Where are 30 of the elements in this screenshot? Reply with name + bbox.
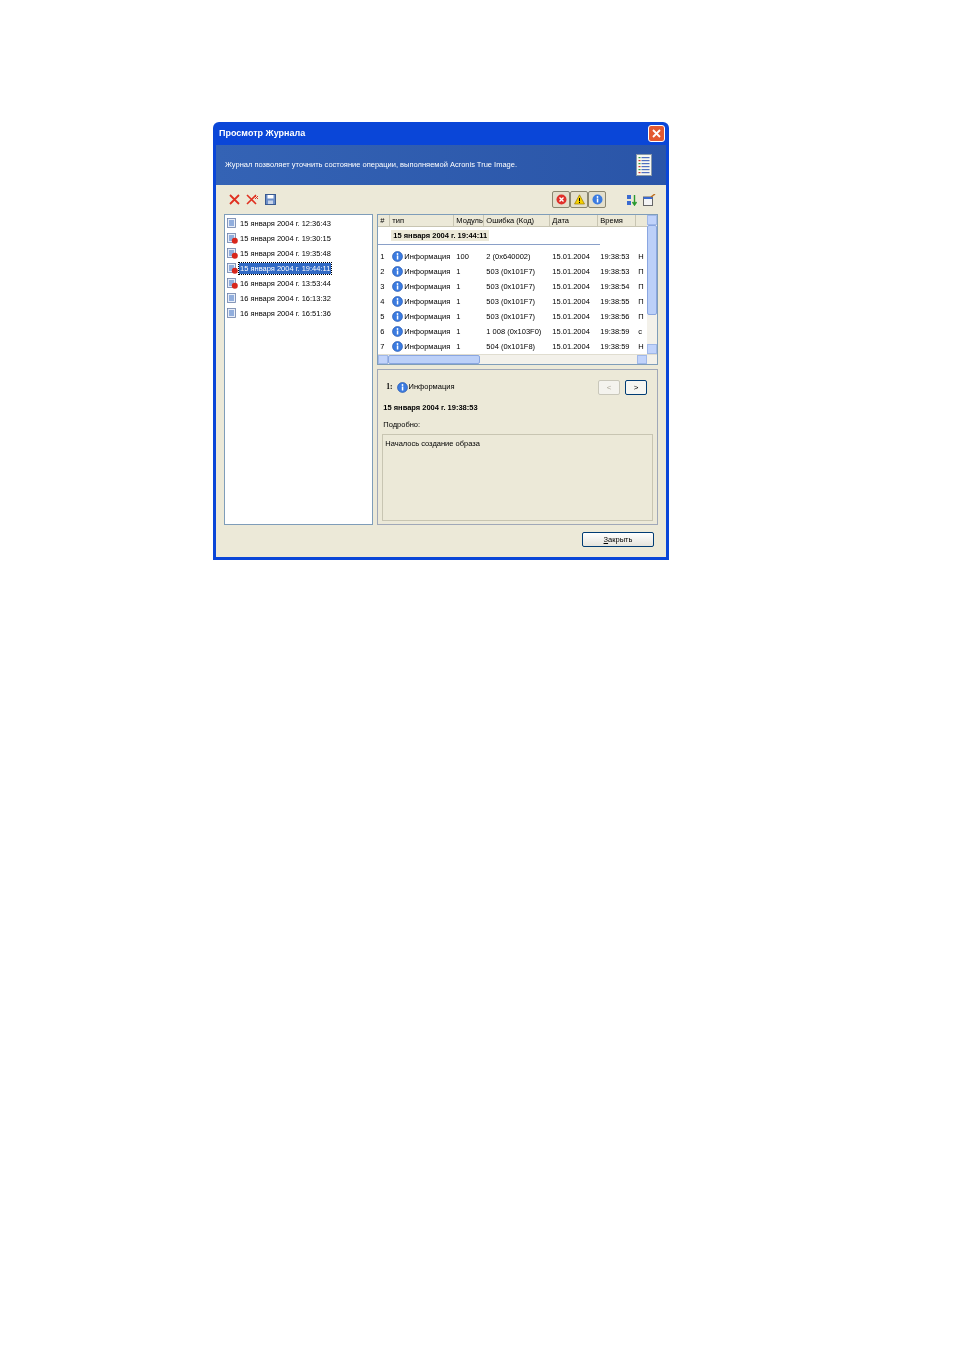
delete-icon[interactable] bbox=[229, 194, 240, 205]
close-icon bbox=[652, 129, 661, 138]
next-button[interactable]: > bbox=[625, 379, 647, 395]
error-filter-button[interactable] bbox=[552, 191, 570, 208]
info-icon bbox=[392, 281, 404, 292]
properties-icon[interactable] bbox=[643, 193, 656, 206]
info-filter-button[interactable] bbox=[588, 191, 606, 208]
info-icon bbox=[392, 326, 404, 337]
info-icon bbox=[392, 251, 404, 262]
info-icon bbox=[392, 266, 404, 277]
log-error-icon bbox=[227, 233, 238, 244]
log-document-icon bbox=[636, 154, 652, 176]
log-icon bbox=[227, 293, 238, 304]
warning-filter-button[interactable] bbox=[570, 191, 588, 208]
info-icon bbox=[396, 381, 408, 393]
log-icon bbox=[227, 308, 238, 319]
info-icon bbox=[392, 341, 404, 352]
vertical-scrollbar[interactable] bbox=[647, 215, 657, 354]
info-icon bbox=[392, 311, 404, 322]
horizontal-scrollbar[interactable] bbox=[378, 354, 657, 364]
log-error-icon bbox=[227, 278, 238, 289]
window-title: Просмотр Журнала bbox=[219, 126, 306, 140]
log-icon bbox=[227, 218, 238, 229]
info-icon bbox=[392, 296, 404, 307]
close-button[interactable] bbox=[648, 125, 665, 142]
log-error-icon bbox=[227, 248, 238, 259]
delete-all-icon[interactable] bbox=[246, 194, 259, 205]
sort-icon[interactable] bbox=[626, 193, 638, 206]
log-error-icon bbox=[227, 263, 238, 274]
save-icon[interactable] bbox=[265, 194, 276, 205]
